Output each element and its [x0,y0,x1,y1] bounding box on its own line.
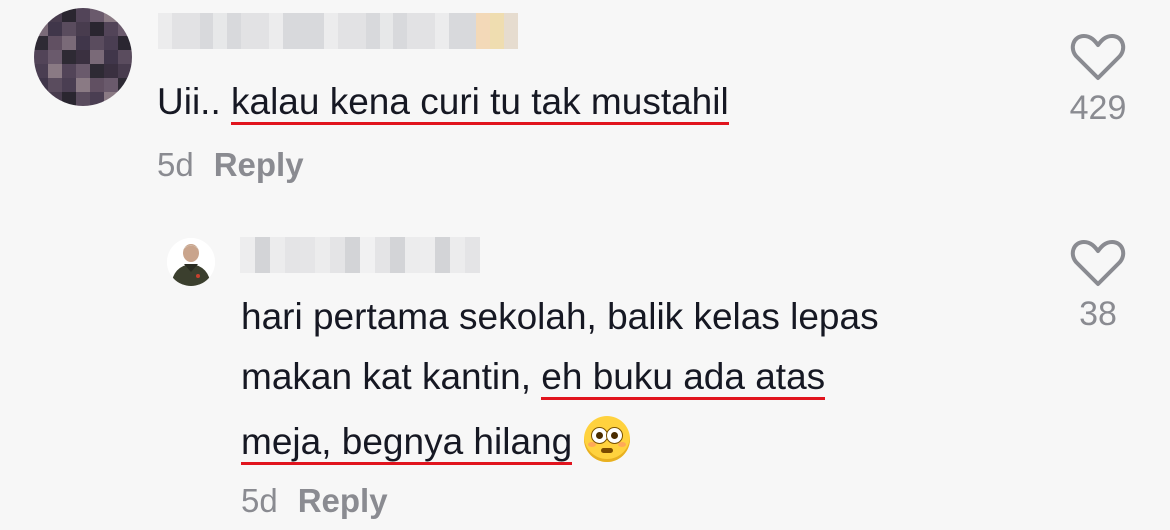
comment-age: 5d [157,146,194,183]
reply-like-button[interactable]: 38 [1060,238,1136,334]
flushed-face-emoji [584,416,631,462]
reply-text-line-3: meja, begnya hilang [241,416,631,465]
like-button[interactable]: 429 [1060,32,1136,128]
reply-username-blurred[interactable] [240,237,480,273]
reply-text-line-2-plain: makan kat kantin, [241,356,542,397]
heart-icon [1070,240,1126,286]
username-blurred[interactable] [158,13,518,49]
reply-text-line-2-highlight: eh buku ada atas [541,356,826,400]
reply-meta: 5d Reply [241,482,388,520]
comment-text: Uii.. kalau kena curi tu tak mustahil [157,80,729,125]
avatar-blurred[interactable] [34,8,132,106]
comment-text-prefix: Uii.. [157,81,231,122]
reply-text-line-1-text: hari pertama sekolah, balik kelas lepas [241,296,879,337]
avatar-photo [167,238,215,286]
like-count: 429 [1069,89,1127,127]
avatar[interactable] [167,238,215,286]
reply-reply-button[interactable]: Reply [298,482,388,519]
reply-like-count: 38 [1079,295,1117,333]
comment-meta: 5d Reply [157,146,304,184]
reply-text-line-1: hari pertama sekolah, balik kelas lepas [241,295,879,339]
heart-icon [1070,34,1126,80]
reply-button[interactable]: Reply [214,146,304,183]
reply-text-line-2: makan kat kantin, eh buku ada atas [241,355,826,400]
reply-age: 5d [241,482,278,519]
reply-text-line-3-highlight: meja, begnya hilang [241,421,573,465]
comment-text-highlight: kalau kena curi tu tak mustahil [231,81,729,125]
